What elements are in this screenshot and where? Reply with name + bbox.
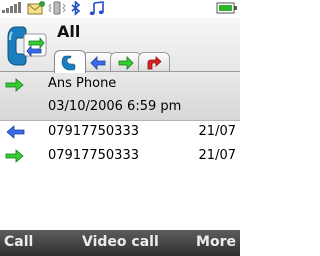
vibrate-icon: [48, 1, 66, 15]
dialed-call-icon: [5, 78, 24, 92]
new-message-icon: [27, 1, 45, 15]
received-call-icon: [6, 125, 25, 139]
phone-number: 07917750333: [48, 148, 139, 163]
received-calls-arrow-icon: [147, 56, 162, 70]
call-softkey[interactable]: Call: [4, 234, 33, 250]
status-bar: [0, 0, 240, 18]
call-filter-tabs: [54, 50, 184, 73]
call-list-item[interactable]: 07917750333 21/07: [0, 144, 240, 168]
more-softkey[interactable]: More: [196, 234, 236, 250]
tab-received-calls[interactable]: [138, 52, 170, 73]
dialed-calls-arrow-icon: [118, 56, 134, 70]
signal-strength-icon: [2, 2, 21, 13]
all-calls-tab-icon: [61, 55, 76, 71]
softkey-bar: Call Video call More: [0, 230, 240, 256]
battery-icon: [216, 2, 237, 14]
contact-name: Ans Phone: [48, 76, 117, 91]
call-date: 21/07: [198, 124, 236, 139]
phone-number: 07917750333: [48, 124, 139, 139]
call-list-item-selected[interactable]: Ans Phone 03/10/2006 6:59 pm: [0, 72, 240, 121]
dialed-call-icon: [5, 149, 24, 163]
bluetooth-icon: [71, 1, 81, 16]
music-note-icon: [89, 1, 104, 16]
header: All: [0, 18, 240, 73]
missed-calls-arrow-icon: [90, 56, 106, 70]
call-list: Ans Phone 03/10/2006 6:59 pm 07917750333…: [0, 72, 240, 230]
call-date: 21/07: [198, 148, 236, 163]
call-list-item[interactable]: 07917750333 21/07: [0, 120, 240, 144]
call-log-icon: [7, 26, 47, 66]
tab-all-calls[interactable]: [54, 50, 86, 73]
call-datetime: 03/10/2006 6:59 pm: [48, 99, 182, 114]
page-title: All: [57, 22, 81, 41]
video-call-softkey[interactable]: Video call: [82, 234, 159, 250]
